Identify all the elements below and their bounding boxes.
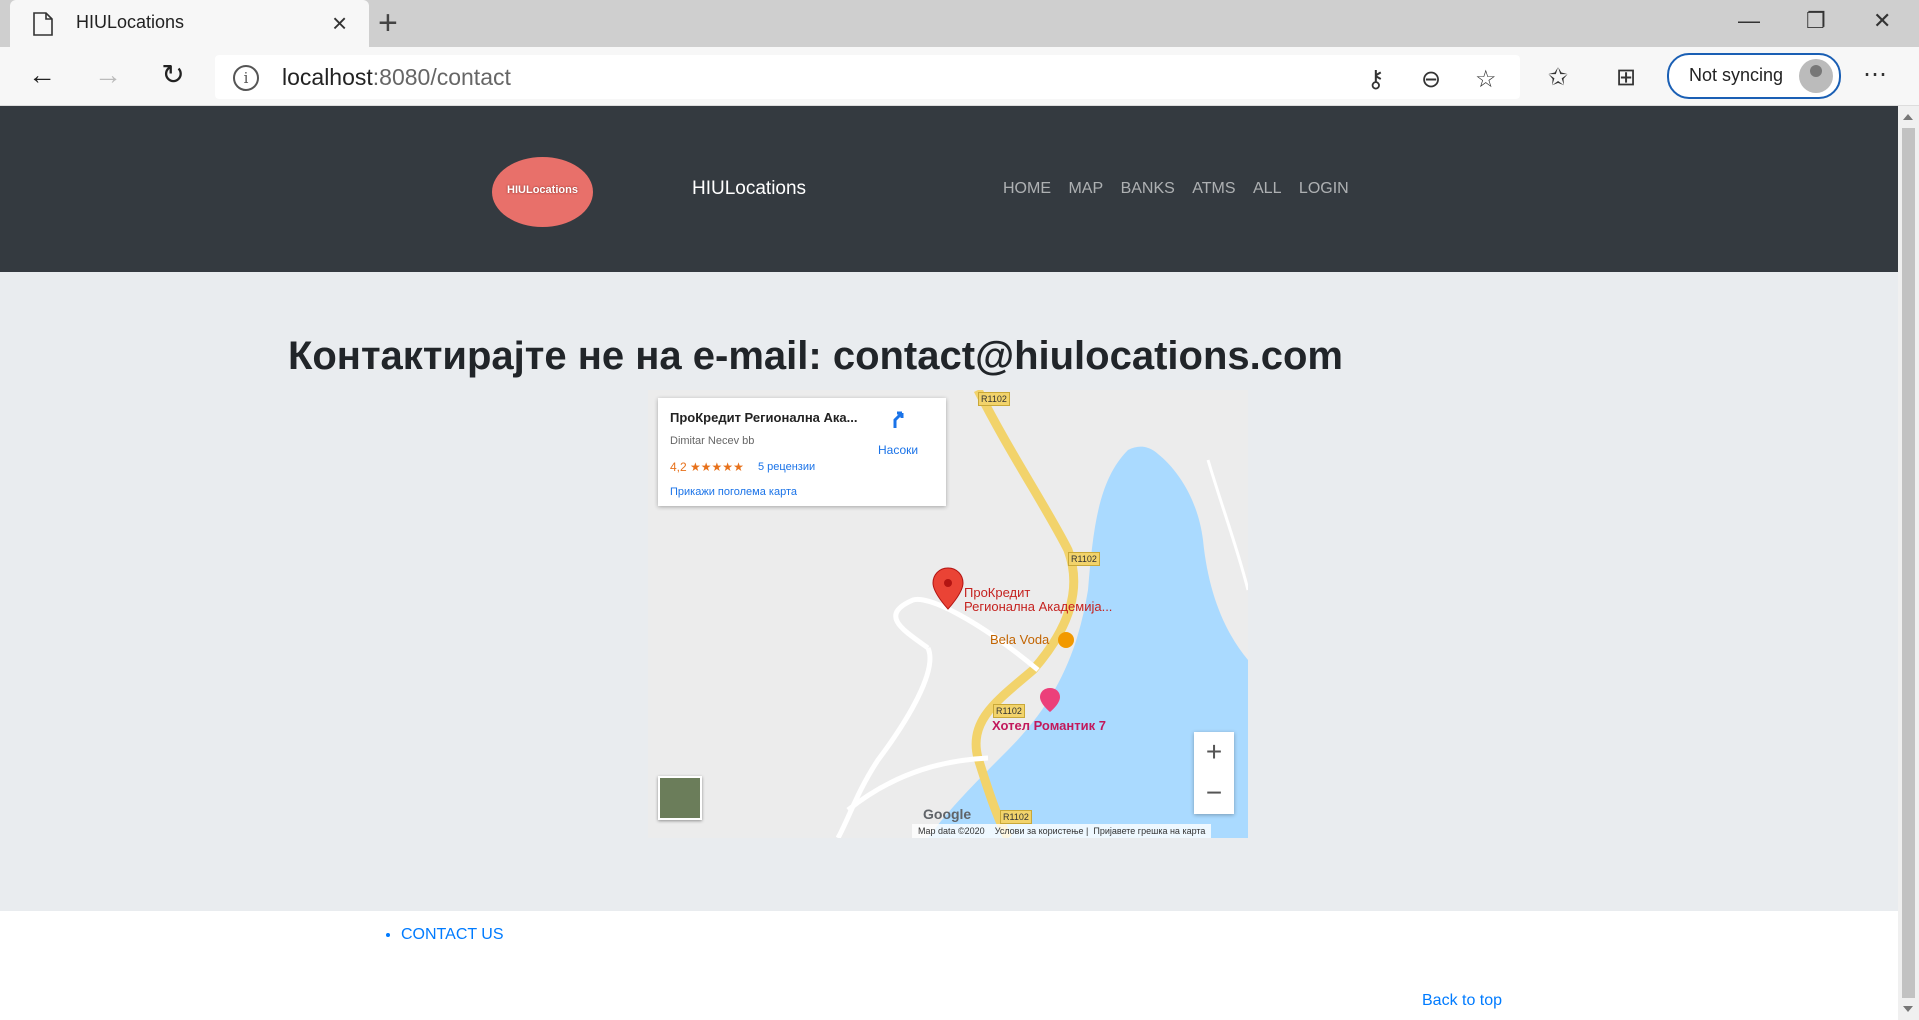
browser-tab-bar: HIULocations × + — ❐ ✕ — [0, 0, 1919, 47]
larger-map-link[interactable]: Прикажи поголема карта — [670, 486, 797, 498]
reviews-link[interactable]: 5 рецензии — [758, 461, 815, 473]
minimize-icon[interactable]: — — [1738, 8, 1760, 34]
more-menu-icon[interactable]: ⋯ — [1863, 60, 1887, 89]
site-footer: CONTACT US Back to top — [0, 911, 1898, 1020]
refresh-icon[interactable]: ↻ — [153, 55, 193, 95]
brand-name[interactable]: HIULocations — [692, 178, 806, 200]
nav-banks[interactable]: BANKS — [1121, 180, 1175, 197]
road-label: R1102 — [1068, 552, 1100, 566]
close-tab-icon[interactable]: × — [332, 8, 347, 38]
nav-atms[interactable]: ATMS — [1192, 180, 1235, 197]
close-window-icon[interactable]: ✕ — [1873, 8, 1891, 34]
info-icon[interactable]: i — [233, 65, 259, 91]
scrollbar-thumb[interactable] — [1902, 128, 1915, 998]
zoom-in-button[interactable]: + — [1194, 732, 1234, 773]
nav-map[interactable]: MAP — [1068, 180, 1103, 197]
embedded-map[interactable]: ПроКредит Регионална Ака... Dimitar Nece… — [648, 390, 1248, 838]
place-info-card: ПроКредит Регионална Ака... Dimitar Nece… — [658, 398, 946, 506]
nav-home[interactable]: HOME — [1003, 180, 1051, 197]
map-attribution: Map data ©2020 Услови за користење | При… — [912, 824, 1212, 838]
poi-bela-voda[interactable]: Bela Voda — [990, 632, 1049, 647]
road-label: R1102 — [993, 704, 1025, 718]
forward-icon[interactable]: → — [88, 55, 128, 95]
page-scrollbar[interactable] — [1898, 106, 1919, 1020]
contact-us-link[interactable]: CONTACT US — [401, 926, 504, 944]
restaurant-icon — [1058, 632, 1074, 648]
contact-heading: Контактирајте не на e-mail: contact@hiul… — [287, 334, 1343, 378]
back-to-top-link[interactable]: Back to top — [1422, 992, 1502, 1010]
site-navbar: HIULocations HIULocations HOME MAP BANKS… — [0, 106, 1898, 272]
zoom-controls: + − — [1194, 732, 1234, 814]
key-icon[interactable]: ⚷ — [1367, 65, 1385, 94]
url-text[interactable]: localhost:8080/contact — [282, 64, 511, 91]
road-label: R1102 — [978, 392, 1010, 406]
site-logo[interactable]: HIULocations — [492, 157, 593, 227]
rating-stars: ★★★★★ — [690, 460, 744, 474]
place-address: Dimitar Necev bb — [670, 435, 755, 447]
favorites-list-icon[interactable]: ✩ — [1548, 63, 1568, 92]
zoom-out-button[interactable]: − — [1194, 773, 1234, 814]
scroll-up-icon[interactable] — [1903, 114, 1913, 120]
marker-dot — [944, 579, 952, 587]
report-error-link[interactable]: Пријавете грешка на карта — [1093, 826, 1205, 836]
nav-login[interactable]: LOGIN — [1299, 180, 1349, 197]
new-tab-icon[interactable]: + — [378, 5, 398, 41]
place-name: ПроКредит Регионална Ака... — [670, 410, 858, 425]
footer-links: CONTACT US — [375, 926, 504, 944]
browser-tab[interactable]: HIULocations × — [10, 0, 369, 47]
sync-label: Not syncing — [1689, 65, 1784, 85]
road-east — [1206, 459, 1248, 591]
poi-hotel[interactable]: Хотел Романтик 7 — [992, 718, 1106, 733]
nav-all[interactable]: ALL — [1253, 180, 1281, 197]
marker-label-2[interactable]: Регионална Академија... — [964, 600, 1112, 614]
profile-avatar-icon — [1799, 59, 1833, 93]
collections-icon[interactable]: ⊞ — [1616, 63, 1636, 92]
tab-title: HIULocations — [76, 12, 185, 32]
browser-toolbar: ← → ↻ i localhost:8080/contact ⚷ ⊖ ☆ ✩ ⊞ — [0, 47, 1919, 106]
rating-value: 4,2 — [670, 460, 687, 474]
page-viewport: HIULocations HIULocations HOME MAP BANKS… — [0, 106, 1898, 1020]
address-bar[interactable]: i localhost:8080/contact ⚷ ⊖ ☆ — [215, 55, 1520, 99]
scroll-down-icon[interactable] — [1903, 1006, 1913, 1012]
google-logo: Google — [923, 806, 972, 822]
zoom-out-icon[interactable]: ⊖ — [1421, 65, 1441, 94]
terms-link[interactable]: Услови за користење — [995, 826, 1084, 836]
favorite-star-icon[interactable]: ☆ — [1475, 65, 1497, 94]
satellite-toggle[interactable] — [658, 776, 702, 820]
restore-icon[interactable]: ❐ — [1806, 8, 1826, 34]
road-label: R1102 — [1000, 810, 1032, 824]
place-rating: 4,2 ★★★★★ — [670, 460, 744, 474]
logo-text: HIULocations — [507, 184, 578, 196]
marker-label-1[interactable]: ПроКредит — [964, 586, 1030, 600]
directions-link[interactable]: Насоки — [878, 443, 918, 457]
map-data-text: Map data ©2020 — [918, 826, 985, 836]
directions-icon[interactable] — [891, 410, 911, 430]
sync-button[interactable]: Not syncing — [1667, 53, 1841, 99]
back-icon[interactable]: ← — [22, 55, 62, 95]
nav-links: HOME MAP BANKS ATMS ALL LOGIN — [1003, 180, 1362, 198]
page-icon — [33, 12, 53, 36]
